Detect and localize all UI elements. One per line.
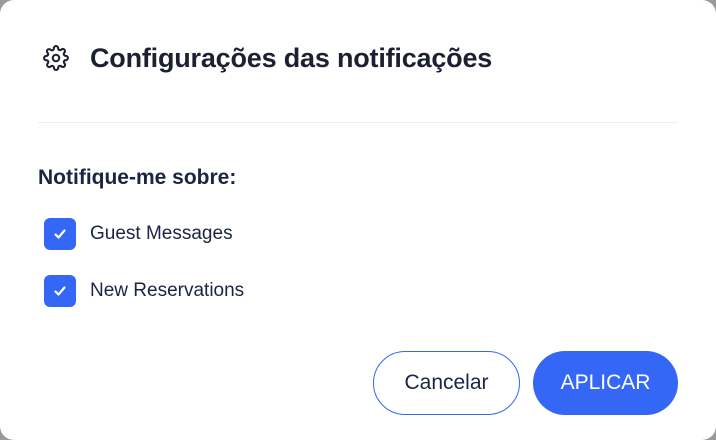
check-icon xyxy=(54,286,66,296)
option-guest-messages[interactable]: Guest Messages xyxy=(44,218,233,250)
header-divider xyxy=(38,122,678,123)
notification-settings-dialog: Configurações das notificações Notifique… xyxy=(0,0,716,440)
notify-section-label: Notifique-me sobre: xyxy=(38,166,237,189)
option-new-reservations[interactable]: New Reservations xyxy=(44,275,244,307)
dialog-header: Configurações das notificações xyxy=(42,38,492,78)
cancel-button[interactable]: Cancelar xyxy=(373,351,520,415)
new-reservations-label: New Reservations xyxy=(90,280,245,301)
guest-messages-label: Guest Messages xyxy=(90,223,233,244)
new-reservations-checkbox[interactable] xyxy=(44,275,76,307)
apply-button[interactable]: APLICAR xyxy=(533,351,678,415)
guest-messages-checkbox[interactable] xyxy=(44,218,76,250)
dialog-title: Configurações das notificações xyxy=(90,42,493,73)
gear-icon xyxy=(42,44,70,72)
check-icon xyxy=(54,229,66,239)
